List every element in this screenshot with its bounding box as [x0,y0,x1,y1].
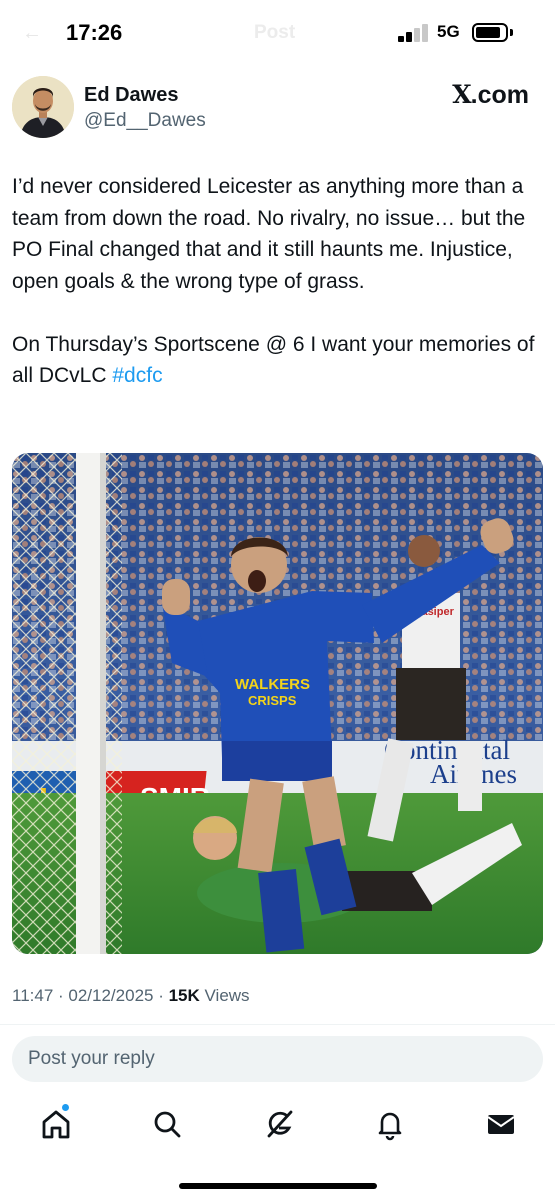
author-handle[interactable]: @Ed__Dawes [84,110,206,132]
faded-page-title: Post [254,22,296,43]
views-label: Views [199,986,250,1005]
meta-separator-1: · [53,986,69,1005]
back-arrow-icon[interactable]: ← [22,22,42,45]
status-bar: ← 17:26 Post 5G [0,0,555,66]
divider [0,1024,555,1025]
post-time: 11:47 [12,986,54,1005]
messages-icon[interactable] [483,1106,519,1142]
shirt-sponsor-line2: CRISPS [248,693,297,708]
football-photo-illustration: gh SMIR Continental Airlines Pijasiper W [12,453,543,954]
post-photo[interactable]: gh SMIR Continental Airlines Pijasiper W [12,453,543,954]
post-meta: 11:47 · 02/12/2025 · 15K Views [12,986,250,1006]
home-icon[interactable] [38,1106,74,1142]
author-display-name[interactable]: Ed Dawes [84,84,178,107]
bottom-nav [0,1100,555,1150]
post-paragraph-1: I’d never considered Leicester as anythi… [12,175,526,293]
home-badge-dot [61,1103,70,1112]
reply-input[interactable]: Post your reply [12,1036,543,1082]
hashtag-link[interactable]: #dcfc [112,364,162,387]
signal-icon [398,24,432,42]
views-count[interactable]: 15K [169,986,200,1005]
home-indicator [179,1183,377,1189]
grok-icon[interactable] [261,1106,297,1142]
post-date: 02/12/2025 [68,986,154,1005]
brand-label: X.com [452,80,529,110]
status-time: 17:26 [66,20,123,45]
battery-tip [510,29,513,36]
shirt-sponsor-line1: WALKERS [235,676,310,693]
meta-separator-2: · [153,986,169,1005]
post-paragraph-2: On Thursday’s Sportscene @ 6 I want your… [12,329,542,392]
x-logo-icon: X [452,80,471,109]
notifications-icon[interactable] [372,1106,408,1142]
post-text: I’d never considered Leicester as anythi… [12,171,542,392]
battery-icon [472,23,508,42]
brand-domain: .com [470,81,529,109]
avatar[interactable] [12,76,74,138]
post-paragraph-2-text: On Thursday’s Sportscene @ 6 I want your… [12,332,535,388]
network-label: 5G [437,22,460,41]
search-icon[interactable] [149,1106,185,1142]
reply-placeholder: Post your reply [28,1048,155,1069]
